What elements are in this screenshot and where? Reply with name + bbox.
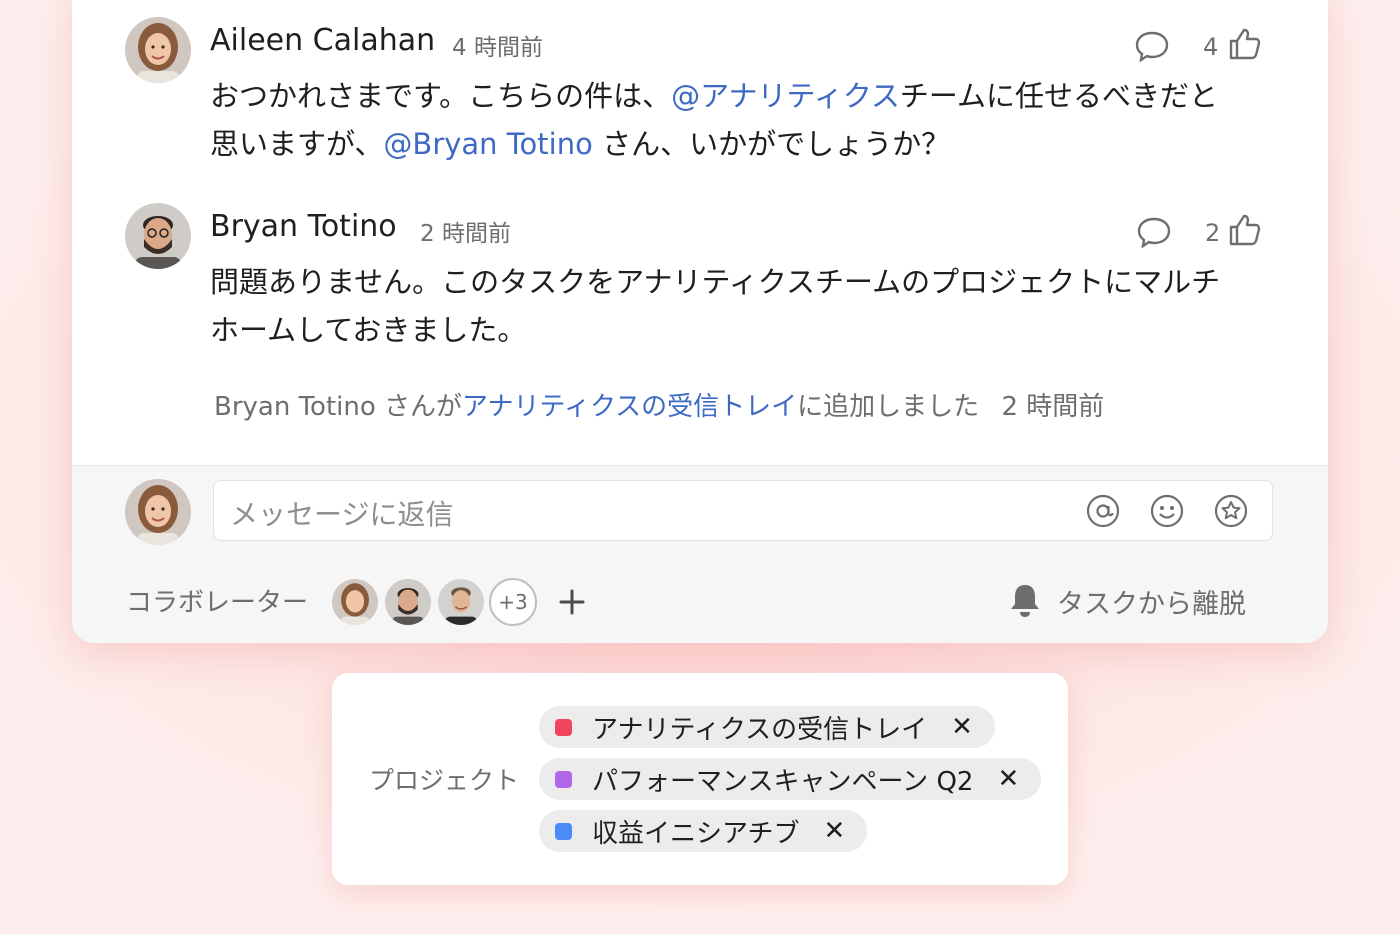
activity-action: に追加しました: [797, 392, 980, 422]
remove-project-icon[interactable]: ✕: [951, 712, 973, 742]
more-collaborators-badge[interactable]: +3: [489, 578, 537, 626]
comment-text: おつかれさまです。こちらの件は、: [210, 79, 672, 113]
comment-text: 問題ありません。このタスクをアナリティクスチームのプロジェクトにマルチ: [210, 265, 1221, 299]
thumbs-up-icon[interactable]: [1228, 27, 1262, 65]
projects-label: プロジェクト: [369, 766, 520, 795]
comment-body: おつかれさまです。こちらの件は、@アナリティクスチームに任せるべきだと 思います…: [210, 72, 1218, 168]
collaborator-avatar[interactable]: [383, 577, 433, 627]
collaborators-label: コラボレーター: [126, 588, 309, 618]
reply-bubble-icon[interactable]: [1136, 216, 1172, 252]
emoji-icon[interactable]: [1150, 494, 1184, 532]
avatar-aileen[interactable]: [125, 17, 191, 83]
comment-text: チームに任せるべきだと: [899, 79, 1219, 113]
like-count: 2: [1205, 219, 1221, 247]
comment-time: 2 時間前: [420, 221, 511, 247]
project-pill[interactable]: 収益イニシアチブ ✕: [539, 810, 868, 852]
comment-author[interactable]: Aileen Calahan: [210, 23, 435, 58]
comment-text: 思いますが、: [210, 127, 384, 161]
comment-author[interactable]: Bryan Totino: [210, 209, 397, 244]
avatar-bryan[interactable]: [125, 203, 191, 269]
at-icon[interactable]: [1086, 494, 1120, 532]
plus-icon[interactable]: [558, 588, 586, 620]
project-name: パフォーマンスキャンペーン Q2: [592, 766, 974, 797]
avatar-current-user: [125, 479, 191, 545]
activity-story: Bryan Totino さんがアナリティクスの受信トレイに追加しました 2 時…: [214, 386, 1104, 423]
user-mention-link[interactable]: @Bryan Totino: [383, 127, 592, 161]
project-color-dot: [555, 718, 572, 736]
remove-project-icon[interactable]: ✕: [997, 764, 1019, 794]
comment-text: ホームしておきました。: [210, 313, 527, 347]
reply-input[interactable]: メッセージに返信: [213, 480, 1273, 541]
comment-text: さん、いかがでしょうか？: [592, 127, 951, 161]
project-name: 収益イニシアチブ: [592, 818, 800, 849]
collaborator-avatar[interactable]: [330, 577, 380, 627]
remove-project-icon[interactable]: ✕: [823, 816, 845, 846]
projects-panel: プロジェクト アナリティクスの受信トレイ ✕ パフォーマンスキャンペーン Q2 …: [332, 673, 1068, 885]
project-link[interactable]: アナリティクスの受信トレイ: [462, 392, 797, 422]
activity-time: 2 時間前: [1001, 392, 1105, 422]
reply-bubble-icon[interactable]: [1134, 30, 1170, 66]
activity-actor: Bryan Totino さんが: [214, 392, 463, 422]
comment-body: 問題ありません。このタスクをアナリティクスチームのプロジェクトにマルチ ホームし…: [210, 258, 1220, 354]
team-mention-link[interactable]: @アナリティクス: [671, 79, 900, 113]
bell-icon[interactable]: [1008, 582, 1042, 622]
like-count: 4: [1203, 33, 1219, 61]
reply-placeholder: メッセージに返信: [230, 498, 454, 531]
star-icon[interactable]: [1214, 494, 1248, 532]
thumbs-up-icon[interactable]: [1228, 213, 1262, 251]
collaborator-avatar[interactable]: [436, 577, 486, 627]
project-color-dot: [555, 770, 572, 788]
comment-time: 4 時間前: [452, 35, 543, 61]
project-pill[interactable]: パフォーマンスキャンペーン Q2 ✕: [539, 758, 1042, 800]
project-color-dot: [555, 822, 572, 840]
project-pill[interactable]: アナリティクスの受信トレイ ✕: [539, 706, 995, 748]
leave-task-button[interactable]: タスクから離脱: [1057, 582, 1246, 621]
project-name: アナリティクスの受信トレイ: [592, 714, 928, 745]
task-comment-panel: Aileen Calahan 4 時間前 4 おつかれさまです。こちらの件は、@…: [72, 0, 1328, 643]
